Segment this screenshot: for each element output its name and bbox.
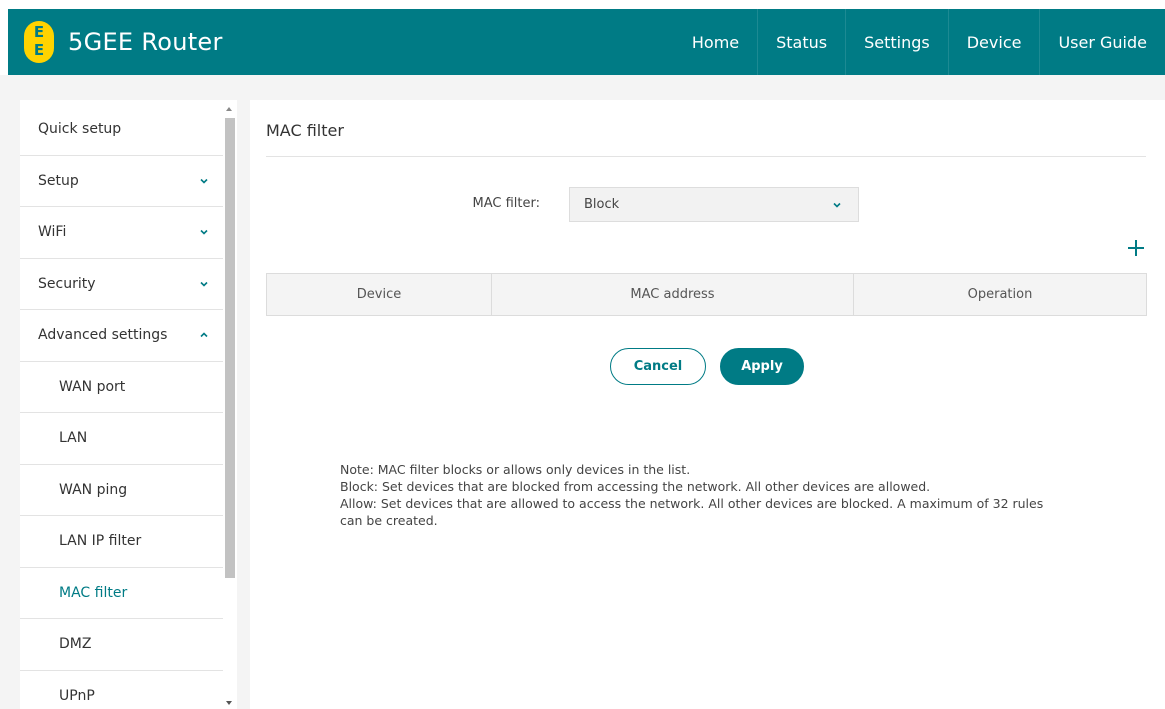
nav-settings[interactable]: Settings: [845, 9, 948, 75]
mac-filter-table: Device MAC address Operation: [266, 273, 1147, 316]
chevron-up-icon: [200, 332, 208, 338]
header-spacer: [0, 75, 1165, 100]
sidebar-item-dmz[interactable]: DMZ: [20, 619, 223, 671]
mac-filter-select-value: Block: [584, 197, 620, 212]
chevron-down-icon: [200, 230, 208, 235]
note-line: Allow: Set devices that are allowed to a…: [340, 496, 1044, 528]
chevron-down-icon: [200, 178, 208, 184]
sidebar-item-lan-ip-filter[interactable]: LAN IP filter: [20, 516, 223, 568]
sidebar-item-label: UPnP: [59, 687, 95, 704]
logo-letter-bottom: E: [33, 41, 45, 59]
sidebar-item-label: Setup: [38, 172, 79, 189]
sidebar-item-setup[interactable]: Setup: [20, 156, 223, 207]
scroll-down-arrow-icon[interactable]: [226, 701, 232, 705]
middle-gutter: [237, 100, 250, 709]
sidebar-item-quick-setup[interactable]: Quick setup: [20, 104, 223, 156]
cancel-button[interactable]: Cancel: [610, 348, 706, 385]
chevron-down-icon: [200, 281, 208, 287]
sidebar-item-lan[interactable]: LAN: [20, 413, 223, 465]
top-header: E E 5GEE Router Home Status Settings Dev…: [8, 9, 1165, 75]
apply-button[interactable]: Apply: [720, 348, 804, 385]
sidebar-item-label: Advanced settings: [38, 327, 168, 344]
nav-device[interactable]: Device: [947, 9, 1040, 75]
sidebar-item-label: Quick setup: [38, 121, 122, 138]
logo-letter-top: E: [33, 23, 45, 41]
sidebar-item-label: DMZ: [59, 636, 92, 653]
top-nav: Home Status Settings Device User Guide: [674, 9, 1165, 75]
app-title: 5GEE Router: [68, 28, 223, 56]
sidebar-item-advanced-settings[interactable]: Advanced settings: [20, 310, 223, 362]
sidebar-item-label: MAC filter: [59, 584, 128, 601]
sidebar-scrollbar[interactable]: [223, 104, 237, 709]
title-divider: [266, 156, 1146, 157]
note-line: Note: MAC filter blocks or allows only d…: [340, 462, 691, 477]
left-gutter: [0, 100, 20, 709]
note-text: Note: MAC filter blocks or allows only d…: [340, 461, 1060, 529]
sidebar: Quick setup Setup WiFi Security Advanced…: [20, 104, 223, 709]
table-header-device: Device: [356, 287, 402, 302]
table-header-operation: Operation: [853, 274, 1146, 315]
sidebar-item-wan-ping[interactable]: WAN ping: [20, 465, 223, 516]
scroll-up-arrow-icon[interactable]: [226, 107, 232, 111]
nav-status[interactable]: Status: [757, 9, 845, 75]
ee-logo: E E: [24, 21, 54, 63]
sidebar-item-security[interactable]: Security: [20, 259, 223, 310]
nav-home[interactable]: Home: [674, 9, 757, 75]
nav-user-guide[interactable]: User Guide: [1039, 9, 1165, 75]
mac-filter-label: MAC filter:: [472, 196, 540, 211]
sidebar-item-mac-filter[interactable]: MAC filter: [20, 568, 223, 619]
sidebar-item-label: WAN ping: [59, 481, 128, 498]
sidebar-item-label: WAN port: [59, 378, 126, 395]
page-title: MAC filter: [266, 121, 344, 140]
note-line: Block: Set devices that are blocked from…: [340, 479, 931, 494]
sidebar-item-label: WiFi: [38, 224, 67, 241]
chevron-down-icon: [833, 202, 841, 208]
plus-icon[interactable]: [1126, 238, 1146, 258]
sidebar-item-label: Security: [38, 275, 96, 292]
main-content: MAC filter MAC filter: Block Device MAC …: [250, 100, 1165, 709]
mac-filter-select[interactable]: Block: [569, 187, 859, 222]
sidebar-item-upnp[interactable]: UPnP: [20, 671, 223, 709]
scroll-thumb[interactable]: [225, 118, 235, 578]
sidebar-item-wan-port[interactable]: WAN port: [20, 362, 223, 413]
table-header-mac-address: MAC address: [491, 274, 853, 315]
sidebar-item-wifi[interactable]: WiFi: [20, 207, 223, 259]
sidebar-item-label: LAN IP filter: [59, 533, 142, 550]
sidebar-item-label: LAN: [59, 430, 88, 447]
